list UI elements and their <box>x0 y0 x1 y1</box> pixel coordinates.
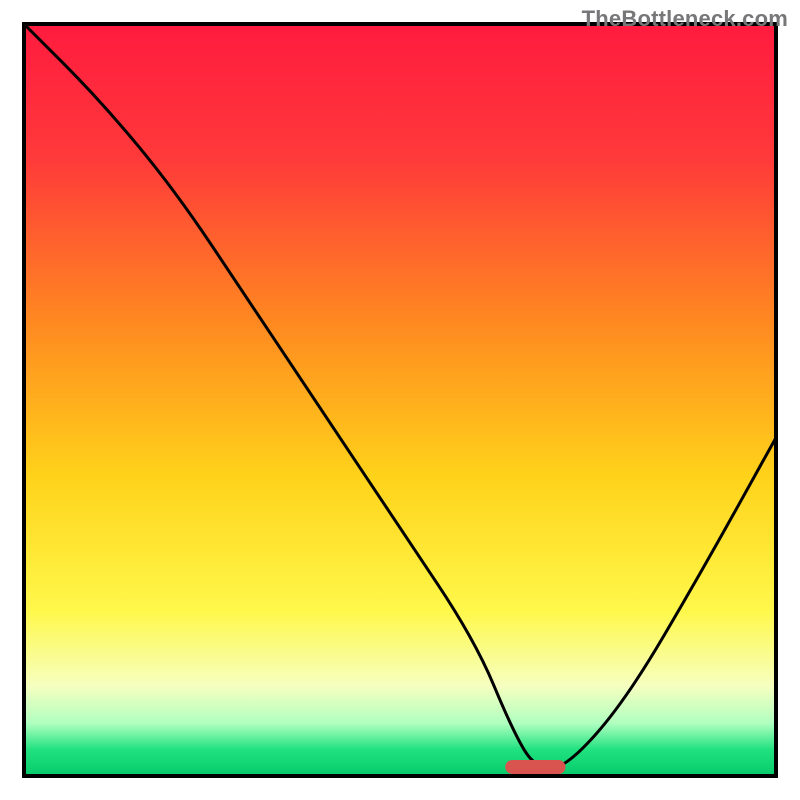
optimal-marker <box>505 760 565 774</box>
chart-container: TheBottleneck.com <box>0 0 800 800</box>
gradient-background <box>24 24 776 776</box>
bottleneck-chart <box>0 0 800 800</box>
watermark-text: TheBottleneck.com <box>582 6 788 32</box>
